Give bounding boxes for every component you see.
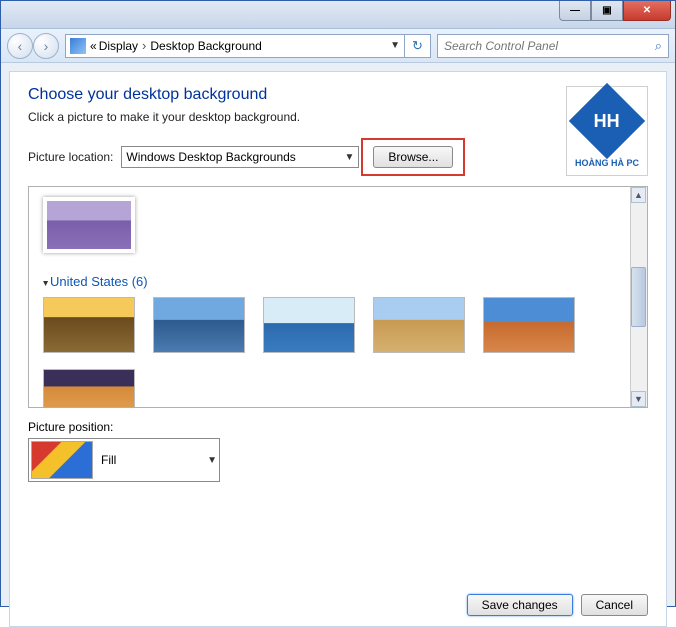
wallpaper-thumb-selected[interactable]	[43, 197, 135, 253]
wallpaper-thumb[interactable]	[153, 297, 245, 353]
footer-buttons: Save changes Cancel	[467, 594, 648, 616]
close-button[interactable]: ✕	[623, 1, 671, 21]
wallpaper-thumb[interactable]	[43, 297, 135, 353]
breadcrumb-overflow[interactable]: «	[90, 39, 97, 53]
breadcrumb-dropdown-icon[interactable]: ▼	[390, 40, 400, 51]
browse-button-label: Browse...	[388, 150, 438, 164]
content-area: Choose your desktop background Click a p…	[9, 71, 667, 627]
scroll-thumb[interactable]	[631, 267, 646, 327]
picture-position-value: Fill	[101, 453, 199, 467]
save-changes-button[interactable]: Save changes	[467, 594, 573, 616]
chevron-down-icon: ▼	[207, 455, 217, 466]
nav-buttons: ‹ ›	[7, 33, 59, 59]
forward-icon: ›	[44, 38, 49, 54]
window-controls: — ▣ ✕	[559, 1, 671, 21]
scrollbar[interactable]: ▲ ▼	[630, 187, 647, 407]
back-icon: ‹	[18, 38, 23, 54]
picture-location-label: Picture location:	[28, 150, 113, 164]
close-icon: ✕	[643, 5, 651, 16]
breadcrumb-icon	[70, 38, 86, 54]
cancel-button-label: Cancel	[596, 598, 633, 612]
page-title: Choose your desktop background	[28, 86, 648, 104]
maximize-icon: ▣	[602, 5, 611, 16]
titlebar: — ▣ ✕	[1, 1, 675, 29]
brand-logo: HH HOÀNG HÀ PC	[566, 86, 648, 176]
minimize-icon: —	[570, 5, 580, 16]
toolbar: ‹ › « Display Desktop Background ▼ ↻ ⌕	[1, 29, 675, 63]
wallpaper-thumb[interactable]	[43, 369, 135, 408]
browse-highlight: Browse...	[361, 138, 465, 176]
position-preview-icon	[31, 441, 93, 479]
search-input[interactable]	[444, 39, 655, 53]
search-icon: ⌕	[655, 38, 662, 54]
cancel-button[interactable]: Cancel	[581, 594, 648, 616]
forward-button[interactable]: ›	[33, 33, 59, 59]
refresh-button[interactable]: ↻	[405, 34, 431, 58]
back-button[interactable]: ‹	[7, 33, 33, 59]
logo-mark: HH	[594, 111, 620, 132]
picture-location-row: Picture location: Windows Desktop Backgr…	[28, 138, 648, 176]
breadcrumb-item-display[interactable]: Display	[99, 39, 138, 53]
refresh-icon: ↻	[412, 38, 423, 54]
scroll-down-button[interactable]: ▼	[631, 391, 646, 407]
logo-icon: HH	[569, 83, 645, 159]
wallpaper-thumb[interactable]	[263, 297, 355, 353]
picture-location-dropdown[interactable]: Windows Desktop Backgrounds ▼	[121, 146, 359, 168]
breadcrumb[interactable]: « Display Desktop Background ▼	[65, 34, 405, 58]
picture-location-value: Windows Desktop Backgrounds	[126, 150, 295, 164]
wallpaper-thumb[interactable]	[373, 297, 465, 353]
wallpaper-thumb[interactable]	[483, 297, 575, 353]
breadcrumb-item-desktop-background[interactable]: Desktop Background	[150, 39, 261, 53]
maximize-button[interactable]: ▣	[591, 1, 623, 21]
search-box[interactable]: ⌕	[437, 34, 669, 58]
wallpaper-gallery: United States (6) ▲ ▼	[28, 186, 648, 408]
save-button-label: Save changes	[482, 598, 558, 612]
category-header[interactable]: United States (6)	[43, 274, 633, 289]
minimize-button[interactable]: —	[559, 1, 591, 21]
picture-position-label: Picture position:	[28, 420, 648, 434]
picture-position-dropdown[interactable]: Fill ▼	[28, 438, 220, 482]
scroll-up-button[interactable]: ▲	[631, 187, 646, 203]
browse-button[interactable]: Browse...	[373, 146, 453, 168]
chevron-down-icon: ▼	[344, 152, 354, 163]
logo-text: HOÀNG HÀ PC	[575, 158, 639, 168]
breadcrumb-separator	[140, 38, 148, 53]
page-subtitle: Click a picture to make it your desktop …	[28, 110, 648, 124]
control-panel-window: — ▣ ✕ ‹ › « Display Desktop Background ▼…	[0, 0, 676, 607]
wallpaper-row	[43, 297, 633, 359]
